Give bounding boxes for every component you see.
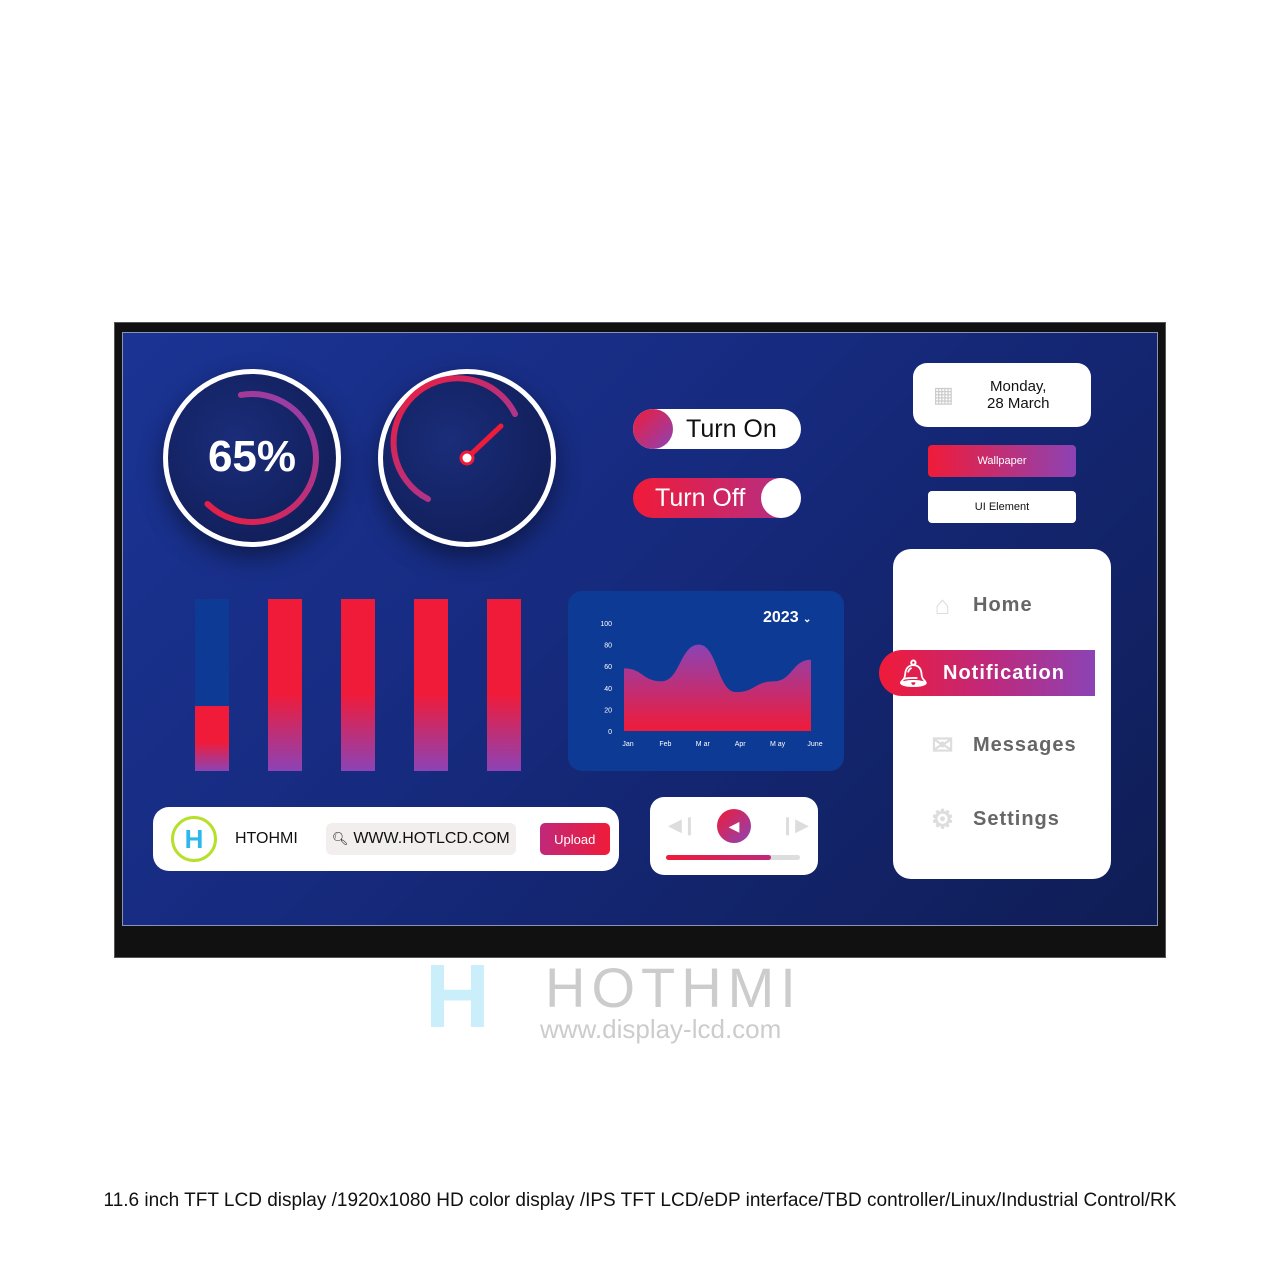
watermark-site: www.display-lcd.com: [540, 1014, 782, 1044]
bell-icon: 🔔︎: [897, 657, 932, 688]
turn-off-toggle[interactable]: Turn Off: [633, 478, 801, 518]
date-day: Monday,: [990, 378, 1047, 395]
x-tick-label: M ar: [696, 741, 711, 748]
menu-label: Settings: [973, 807, 1060, 830]
toggle-label: Turn On: [686, 414, 777, 443]
level-bar: [195, 599, 229, 771]
y-tick-label: 20: [604, 707, 612, 714]
menu-item-notification[interactable]: 🔔︎ Notification: [879, 650, 1095, 696]
area-series: [624, 644, 811, 731]
search-input[interactable]: 🔍︎ WWW.HOTLCD.COM: [325, 823, 516, 855]
brand-logo: H: [171, 816, 217, 862]
level-bar-fill: [268, 599, 302, 771]
lcd-screen: 65% Turn On Turn Off ▦ Monday, 28 March W…: [122, 332, 1158, 926]
x-tick-label: Jan: [622, 741, 633, 748]
gear-icon: ⚙: [930, 803, 956, 834]
date-card: ▦ Monday, 28 March: [913, 363, 1091, 427]
level-bar: [487, 599, 521, 771]
menu-item-messages[interactable]: ✉ Messages: [893, 722, 1111, 768]
chart-card: 2023 ⌄ 0 20 40 60 80 100 Jan Feb M ar Apr M ay June: [568, 591, 844, 771]
side-menu: ⌂ Home 🔔︎ Notification ✉ Messages ⚙ Settings: [879, 549, 1111, 879]
progress-fill: [666, 855, 771, 860]
toggle-knob: [761, 478, 801, 518]
toggle-label: Turn Off: [655, 483, 746, 512]
area-chart: 0 20 40 60 80 100 Jan Feb M ar Apr M ay June: [600, 621, 822, 748]
date-date: 28 March: [987, 395, 1050, 412]
level-bar: [268, 599, 302, 771]
menu-label: Notification: [943, 661, 1065, 684]
percent-gauge: 65%: [163, 369, 341, 547]
speed-arc: [390, 375, 518, 502]
menu-label: Home: [973, 593, 1033, 616]
product-caption: 11.6 inch TFT LCD display /1920x1080 HD …: [103, 1190, 1177, 1211]
x-tick-label: June: [807, 741, 822, 748]
x-tick-label: Apr: [735, 741, 747, 748]
menu-label: Messages: [973, 733, 1077, 756]
toggle-knob: [633, 409, 673, 449]
percent-value: 65%: [207, 432, 297, 481]
watermark-brand: HOTHMI: [545, 956, 802, 1019]
wallpaper-button[interactable]: Wallpaper: [928, 445, 1076, 477]
y-tick-label: 100: [600, 621, 612, 628]
home-icon: ⌂: [934, 589, 952, 620]
level-bar-fill: [195, 705, 229, 771]
media-player: ◀❙ ◀ ❙▶: [650, 797, 818, 875]
x-tick-label: Feb: [659, 741, 671, 748]
brand-name: HTOHMI: [235, 830, 298, 847]
search-value: WWW.HOTLCD.COM: [353, 830, 510, 847]
next-icon[interactable]: ❙▶: [780, 815, 809, 836]
play-back-button[interactable]: ◀: [717, 809, 751, 843]
level-bar: [341, 599, 375, 771]
speedometer-gauge: [378, 369, 556, 547]
level-bar: [414, 599, 448, 771]
menu-item-settings[interactable]: ⚙ Settings: [893, 796, 1111, 842]
level-bar-fill: [341, 599, 375, 771]
search-icon: 🔍︎: [331, 831, 349, 846]
y-tick-label: 0: [608, 729, 612, 736]
progress-slider[interactable]: [666, 855, 800, 860]
y-tick-label: 60: [604, 664, 612, 671]
turn-on-toggle[interactable]: Turn On: [633, 409, 801, 449]
search-bar-card: H HTOHMI 🔍︎ WWW.HOTLCD.COM Upload: [153, 807, 619, 871]
level-bar-fill: [414, 599, 448, 771]
calendar-icon: ▦: [933, 382, 954, 407]
previous-icon[interactable]: ◀❙: [668, 815, 697, 836]
mail-icon: ✉: [931, 729, 955, 760]
x-tick-label: M ay: [770, 741, 786, 748]
y-tick-label: 40: [604, 686, 612, 693]
level-bar-fill: [487, 599, 521, 771]
upload-button[interactable]: Upload: [539, 823, 610, 855]
watermark-logo: H: [425, 947, 490, 1047]
y-tick-label: 80: [604, 643, 612, 650]
ui-element-button[interactable]: UI Element: [928, 491, 1076, 523]
menu-item-home[interactable]: ⌂ Home: [893, 582, 1111, 628]
